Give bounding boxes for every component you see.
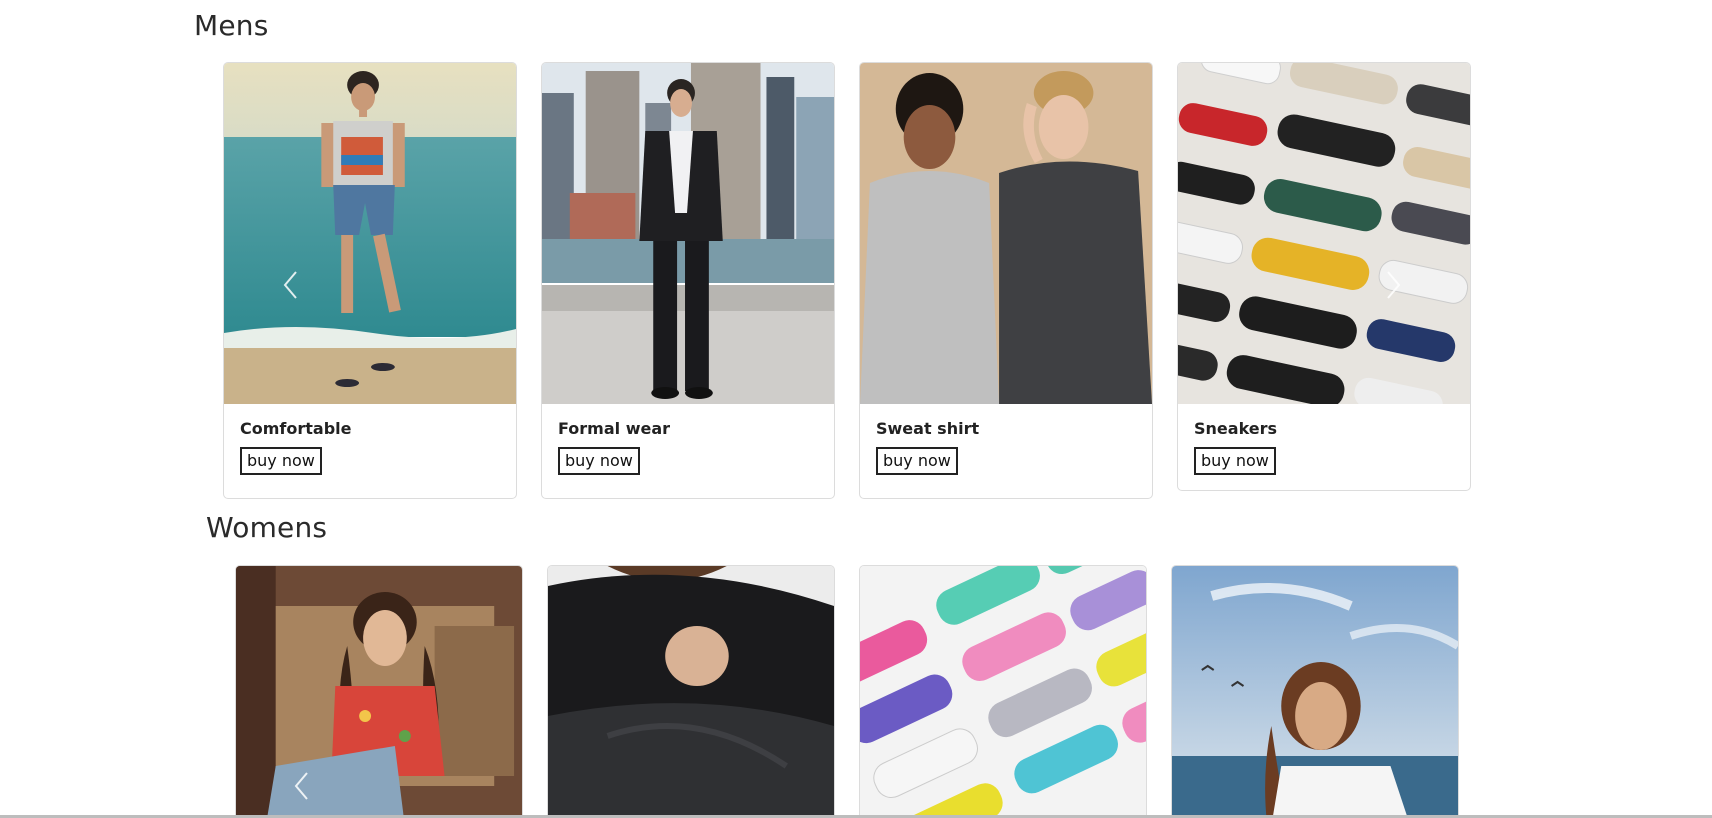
buy-now-button[interactable]: buy now [1194, 447, 1276, 475]
product-title: Comfortable [240, 419, 352, 438]
product-photo-colorful-sneakers [860, 566, 1146, 818]
carousel-prev-button[interactable] [276, 265, 306, 305]
product-title: Sneakers [1194, 419, 1278, 438]
buy-now-button[interactable]: buy now [558, 447, 640, 475]
section-title-mens: Mens [194, 9, 269, 42]
buy-now-button[interactable]: buy now [876, 447, 958, 475]
carousel-prev-button-womens[interactable] [287, 766, 317, 806]
product-card-womens-1 [235, 565, 523, 818]
product-photo-black-outfit [548, 566, 834, 818]
product-card-womens-3 [859, 565, 1147, 818]
product-card-formal-wear: Formal wear buy now [541, 62, 835, 499]
product-title: Sweat shirt [876, 419, 980, 438]
product-card-womens-2 [547, 565, 835, 818]
product-card-sneakers: Sneakers buy now [1177, 62, 1471, 491]
buy-now-button[interactable]: buy now [240, 447, 322, 475]
product-card-sweat-shirt: Sweat shirt buy now [859, 62, 1153, 499]
chevron-left-icon [294, 772, 308, 800]
product-photo-city [542, 63, 834, 404]
product-photo-sweatshirts [860, 63, 1152, 404]
carousel-next-button[interactable] [1378, 265, 1408, 305]
product-photo-woman-sitting [236, 566, 522, 818]
chevron-right-icon [1387, 271, 1401, 299]
product-title: Formal wear [558, 419, 671, 438]
product-card-comfortable: Comfortable buy now [223, 62, 517, 499]
section-title-womens: Womens [206, 511, 328, 544]
chevron-left-icon [283, 271, 297, 299]
product-card-womens-4 [1171, 565, 1459, 818]
product-photo-beach-woman [1172, 566, 1458, 818]
product-photo-beach [224, 63, 516, 404]
product-photo-sneakers [1178, 63, 1470, 404]
